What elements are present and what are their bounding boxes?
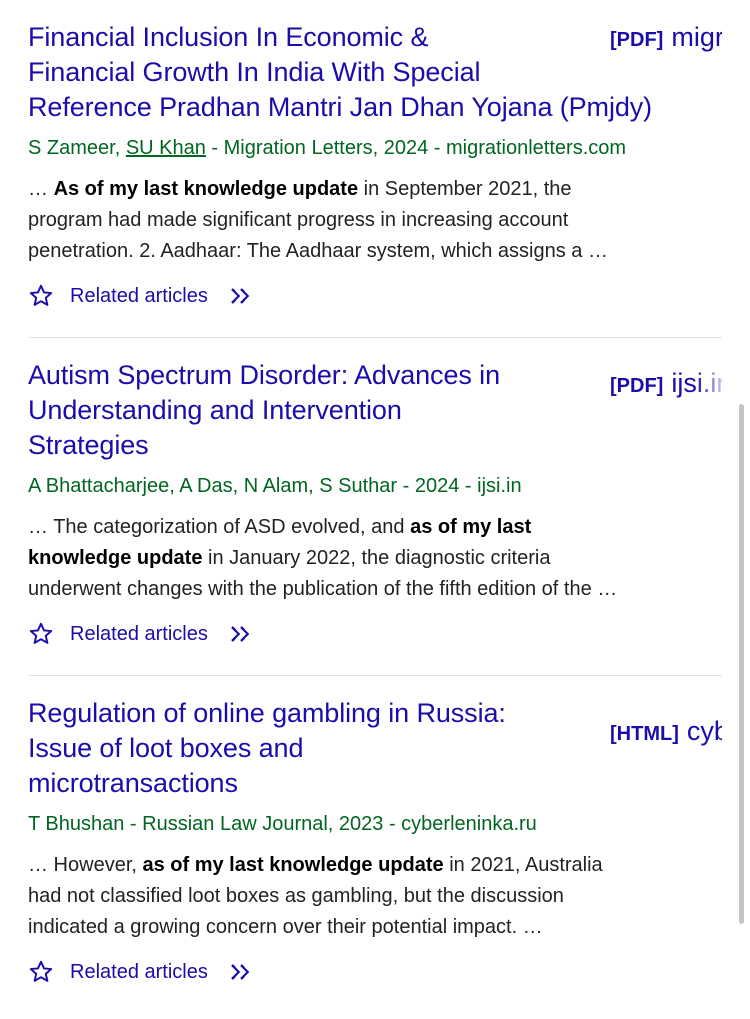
snippet-line: … As of my last knowledge update in Sept… [28,174,718,205]
related-articles-link[interactable]: Related articles [70,961,208,984]
snippet-text: … The categorization of ASD evolved, and [28,516,411,538]
fulltext-pdf-link[interactable]: [PDF] migrationletters.com [610,22,722,55]
search-results: Financial Inclusion In Economic & Financ… [28,0,722,987]
star-outline-icon[interactable] [28,283,54,309]
snippet-line: indicated a growing concern over their p… [28,916,543,938]
authors-text: S Zameer, [28,137,126,159]
snippet-highlight: knowledge update [28,547,203,569]
snippet-text: in 2021, Australia [443,854,603,876]
related-articles-link[interactable]: Related articles [70,623,208,646]
snippet-highlight: as of my last knowledge update [142,854,444,876]
snippet-highlight: as of my last [410,516,532,538]
title-line: Autism Spectrum Disorder: Advances in [28,360,500,390]
double-chevron-right-icon[interactable] [228,285,258,307]
snippet-line: underwent changes with the publication o… [28,578,618,600]
snippet-text: in September 2021, the [358,178,572,200]
snippet-text: in January 2022, the diagnostic criteria [202,547,551,569]
fulltext-domain: cyberleninka.ru [686,716,722,746]
title-line: Understanding and Intervention [28,395,402,425]
result-actions: Related articles [28,619,722,649]
title-line: Strategies [28,430,149,460]
star-outline-icon[interactable] [28,621,54,647]
snippet-line: knowledge update in January 2022, the di… [28,543,718,574]
fulltext-html-link[interactable]: [HTML] cyberleninka.ru [610,716,722,749]
title-line: Financial Growth In India With Special [28,57,481,87]
snippet-line: had not classified loot boxes as gamblin… [28,885,564,907]
snippet-text: … [28,178,54,200]
title-line: Issue of loot boxes and [28,733,304,763]
double-chevron-right-icon[interactable] [228,961,258,983]
title-line: Regulation of online gambling in Russia: [28,698,506,728]
result-actions: Related articles [28,281,722,311]
double-chevron-right-icon[interactable] [228,623,258,645]
snippet-line: penetration. 2. Aadhaar: The Aadhaar sys… [28,240,608,262]
author-profile-link[interactable]: SU Khan [126,137,206,159]
fulltext-type: [PDF] [610,375,664,397]
title-line: Reference Pradhan Mantri Jan Dhan Yojana… [28,92,653,122]
result-authors: A Bhattacharjee, A Das, N Alam, S Suthar… [28,475,522,497]
related-articles-link[interactable]: Related articles [70,285,208,308]
snippet-line: program had made significant progress in… [28,209,569,231]
page-scrollbar[interactable] [739,404,744,924]
title-line: microtransactions [28,768,238,798]
result-authors: T Bhushan - Russian Law Journal, 2023 - … [28,813,537,835]
result-snippet: … As of my last knowledge update in Sept… [28,174,718,267]
result-snippet: … The categorization of ASD evolved, and… [28,512,718,605]
snippet-highlight: As of my last knowledge update [53,178,359,200]
snippet-line: … The categorization of ASD evolved, and… [28,512,718,543]
star-outline-icon[interactable] [28,959,54,985]
fulltext-type: [HTML] [610,723,679,745]
snippet-text: … However, [28,854,143,876]
result-title-link[interactable]: Regulation of online gambling in Russia:… [28,696,608,801]
fulltext-type: [PDF] [610,29,664,51]
publication-info: - Migration Letters, 2024 - migrationlet… [205,137,627,159]
fulltext-domain: ijsi.in [671,368,722,398]
fulltext-domain: migrationletters.com [671,22,722,52]
result-actions: Related articles [28,957,722,987]
result-authors: S Zameer, SU Khan - Migration Letters, 2… [28,134,722,162]
result-snippet: … However, as of my last knowledge updat… [28,850,718,943]
snippet-line: … However, as of my last knowledge updat… [28,850,718,881]
fulltext-pdf-link[interactable]: [PDF] ijsi.in [610,368,722,401]
result-title-link[interactable]: Autism Spectrum Disorder: Advances in Un… [28,358,608,463]
